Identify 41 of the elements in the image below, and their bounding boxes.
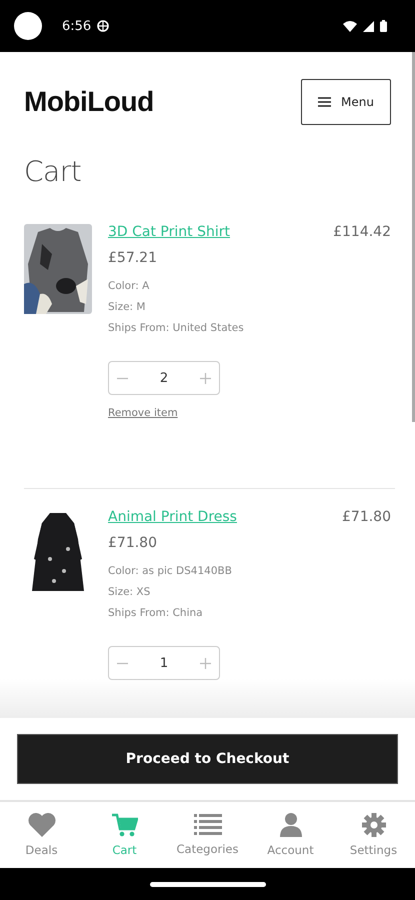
heart-icon <box>28 813 56 837</box>
quantity-value: 2 <box>160 370 168 386</box>
product-attribute: Ships From: China <box>108 606 204 621</box>
product-link[interactable]: 3D Cat Print Shirt <box>108 224 230 240</box>
checkout-button[interactable]: Proceed to Checkout <box>17 734 398 784</box>
menu-icon <box>318 97 332 107</box>
remove-item-link[interactable]: Remove item <box>108 407 178 419</box>
quantity-value: 1 <box>160 656 168 670</box>
unit-price: £57.21 <box>108 250 158 266</box>
product-attribute: Size: XS <box>108 585 152 600</box>
menu-button[interactable]: Menu <box>301 79 391 125</box>
line-total: £71.80 <box>342 509 391 525</box>
line-total: £114.42 <box>333 224 391 240</box>
page-title: Cart <box>24 155 82 188</box>
home-indicator[interactable] <box>150 882 266 886</box>
plus-icon[interactable] <box>200 372 211 384</box>
logo: MobiLoud <box>24 86 154 118</box>
unit-price: £71.80 <box>108 535 158 551</box>
tab[interactable]: Cart <box>84 813 164 857</box>
product-attribute: Color: A <box>108 279 150 294</box>
tab[interactable]: Settings <box>334 813 414 857</box>
battery-icon <box>380 20 387 32</box>
tab[interactable]: Categories <box>168 814 248 856</box>
quantity-stepper[interactable]: 1 <box>108 646 220 680</box>
product-link[interactable]: Animal Print Dress <box>108 509 237 525</box>
person-icon <box>280 813 302 837</box>
globe-icon <box>97 20 110 32</box>
tab[interactable]: Deals <box>2 813 82 857</box>
product-attribute: Ships From: United States <box>108 321 245 336</box>
wifi-icon <box>343 20 357 32</box>
quantity-stepper[interactable]: 2 <box>108 361 220 395</box>
product-attribute: Size: M <box>108 300 146 315</box>
signal-icon <box>363 20 374 32</box>
tab[interactable]: Account <box>250 813 330 857</box>
cart-icon <box>112 813 138 837</box>
product-attribute: Color: as pic DS4140BB <box>108 564 233 579</box>
camera-cutout <box>14 12 42 40</box>
status-time: 6:56 <box>62 18 92 34</box>
list-icon <box>194 814 222 836</box>
gear-icon <box>362 813 386 837</box>
plus-icon[interactable] <box>200 658 211 668</box>
